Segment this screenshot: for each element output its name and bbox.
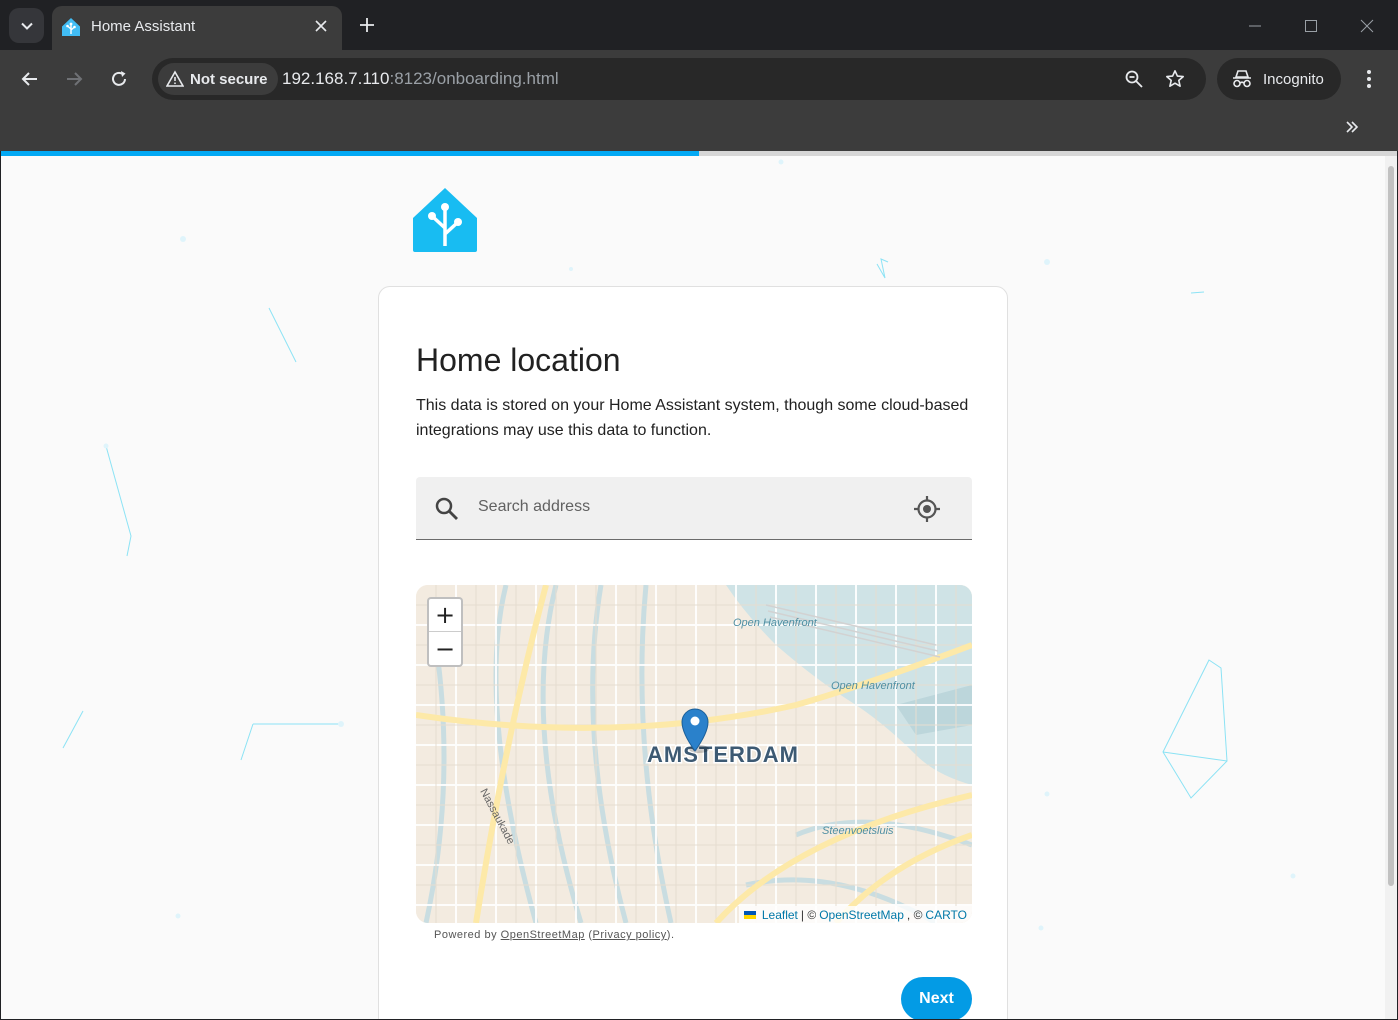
next-button[interactable]: Next (901, 977, 972, 1019)
more-vert-icon[interactable] (1356, 64, 1382, 94)
open-paren: ( (584, 929, 593, 941)
zoom-out-button[interactable]: − (429, 632, 461, 665)
map-marker-icon[interactable] (680, 707, 710, 753)
ukraine-flag-icon (743, 910, 756, 919)
map-attribution: Leaflet | © OpenStreetMap , © CARTO (738, 906, 972, 923)
zoom-in-button[interactable]: + (429, 599, 461, 632)
leaflet-link[interactable]: Leaflet (762, 908, 798, 922)
attribution-separator: | © (800, 907, 817, 922)
card-title: Home location (416, 342, 621, 378)
browser-titlebar: Home Assistant (0, 0, 1398, 50)
search-address-input[interactable] (478, 498, 898, 516)
location-map[interactable]: Open Havenfront Open Havenfront Steenvoe… (416, 585, 972, 923)
browser-toolbar: Not secure 192.168.7.110:8123/onboarding… (0, 50, 1398, 106)
home-assistant-logo (413, 188, 477, 252)
onboarding-card: Home location This data is stored on you… (378, 286, 1008, 1019)
maximize-icon[interactable] (1298, 13, 1324, 39)
minimize-icon[interactable] (1242, 13, 1268, 39)
my-location-icon[interactable] (913, 495, 941, 523)
warning-icon (166, 70, 184, 87)
chevron-double-right-icon[interactable] (1340, 115, 1364, 139)
street-label-open-havenfront-1: Open Havenfront (733, 617, 818, 629)
powered-by-prefix: Powered by (434, 929, 498, 941)
zoom-icon[interactable] (1122, 67, 1146, 91)
close-paren: ). (666, 929, 675, 941)
back-arrow-icon[interactable] (15, 64, 45, 94)
tab-title: Home Assistant (91, 18, 196, 35)
chevron-down-icon (20, 22, 33, 30)
address-bar[interactable]: Not secure 192.168.7.110:8123/onboarding… (152, 58, 1206, 100)
security-label: Not secure (190, 70, 268, 88)
search-icon (435, 497, 458, 520)
attribution-separator-2: , © (906, 907, 923, 922)
incognito-icon (1233, 70, 1251, 88)
map-zoom-control: + − (427, 597, 463, 667)
url-host: 192.168.7.110 (282, 69, 390, 88)
powered-by-osm-link[interactable]: OpenStreetMap (501, 929, 585, 941)
forward-arrow-icon[interactable] (59, 64, 89, 94)
home-assistant-icon (62, 18, 80, 36)
tab-search-button[interactable] (9, 8, 44, 43)
close-icon[interactable] (310, 15, 332, 37)
powered-by-text: Powered by OpenStreetMap (Privacy policy… (434, 929, 675, 941)
browser-tab[interactable]: Home Assistant (52, 6, 342, 50)
window-close-icon[interactable] (1354, 13, 1380, 39)
card-description: This data is stored on your Home Assista… (416, 397, 969, 439)
url-path: :8123/onboarding.html (389, 69, 559, 88)
page-scrollbar[interactable] (1385, 156, 1397, 1019)
scrollbar-thumb[interactable] (1388, 166, 1394, 886)
plus-icon[interactable] (354, 12, 380, 38)
security-chip[interactable]: Not secure (158, 63, 278, 95)
city-label: AMSTERDAM (647, 742, 799, 767)
star-icon[interactable] (1163, 67, 1187, 91)
page-content: Home location This data is stored on you… (1, 156, 1397, 1019)
street-label-steenvoetsluis: Steenvoetsluis (822, 825, 894, 837)
incognito-label: Incognito (1263, 70, 1324, 88)
reload-icon[interactable] (104, 64, 134, 94)
carto-link[interactable]: CARTO (925, 908, 967, 922)
incognito-button[interactable]: Incognito (1217, 58, 1341, 100)
osm-link[interactable]: OpenStreetMap (819, 908, 904, 922)
map-tiles[interactable]: Open Havenfront Open Havenfront Steenvoe… (416, 585, 972, 923)
bookmarks-bar (0, 106, 1398, 151)
street-label-open-havenfront-2: Open Havenfront (831, 680, 916, 692)
privacy-policy-link[interactable]: Privacy policy (593, 929, 667, 941)
address-search-field[interactable] (416, 477, 972, 540)
url-text[interactable]: 192.168.7.110:8123/onboarding.html (282, 69, 559, 89)
